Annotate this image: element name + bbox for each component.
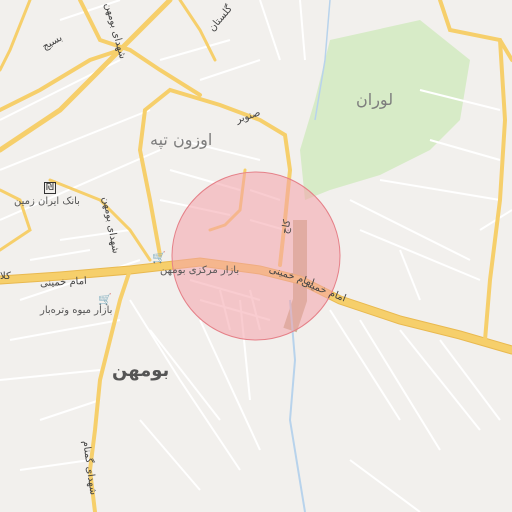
highlight-circle bbox=[171, 171, 341, 341]
bank-icon[interactable]: ₪ bbox=[44, 182, 56, 194]
left-edge-road-label: کلا bbox=[0, 271, 11, 282]
bank-label: بانک ایران زمین bbox=[14, 196, 80, 207]
fruit-market-label: بازار میوه وتره‌بار bbox=[40, 305, 113, 316]
luran-label: لوران bbox=[356, 90, 394, 109]
shopping-cart-icon[interactable]: 🛒 bbox=[152, 252, 166, 263]
ouzun-tappeh-label: اوزون تپه bbox=[150, 130, 213, 149]
map-base bbox=[0, 0, 512, 512]
bazar-label: بازار مرکزی بومهن bbox=[160, 265, 240, 276]
bumehen-label: بومهن bbox=[112, 360, 170, 381]
shopping-cart-icon-2[interactable]: 🛒 bbox=[98, 294, 112, 305]
map-canvas[interactable]: بومهن اوزون تپه لوران امام خمینی امام خم… bbox=[0, 0, 512, 512]
